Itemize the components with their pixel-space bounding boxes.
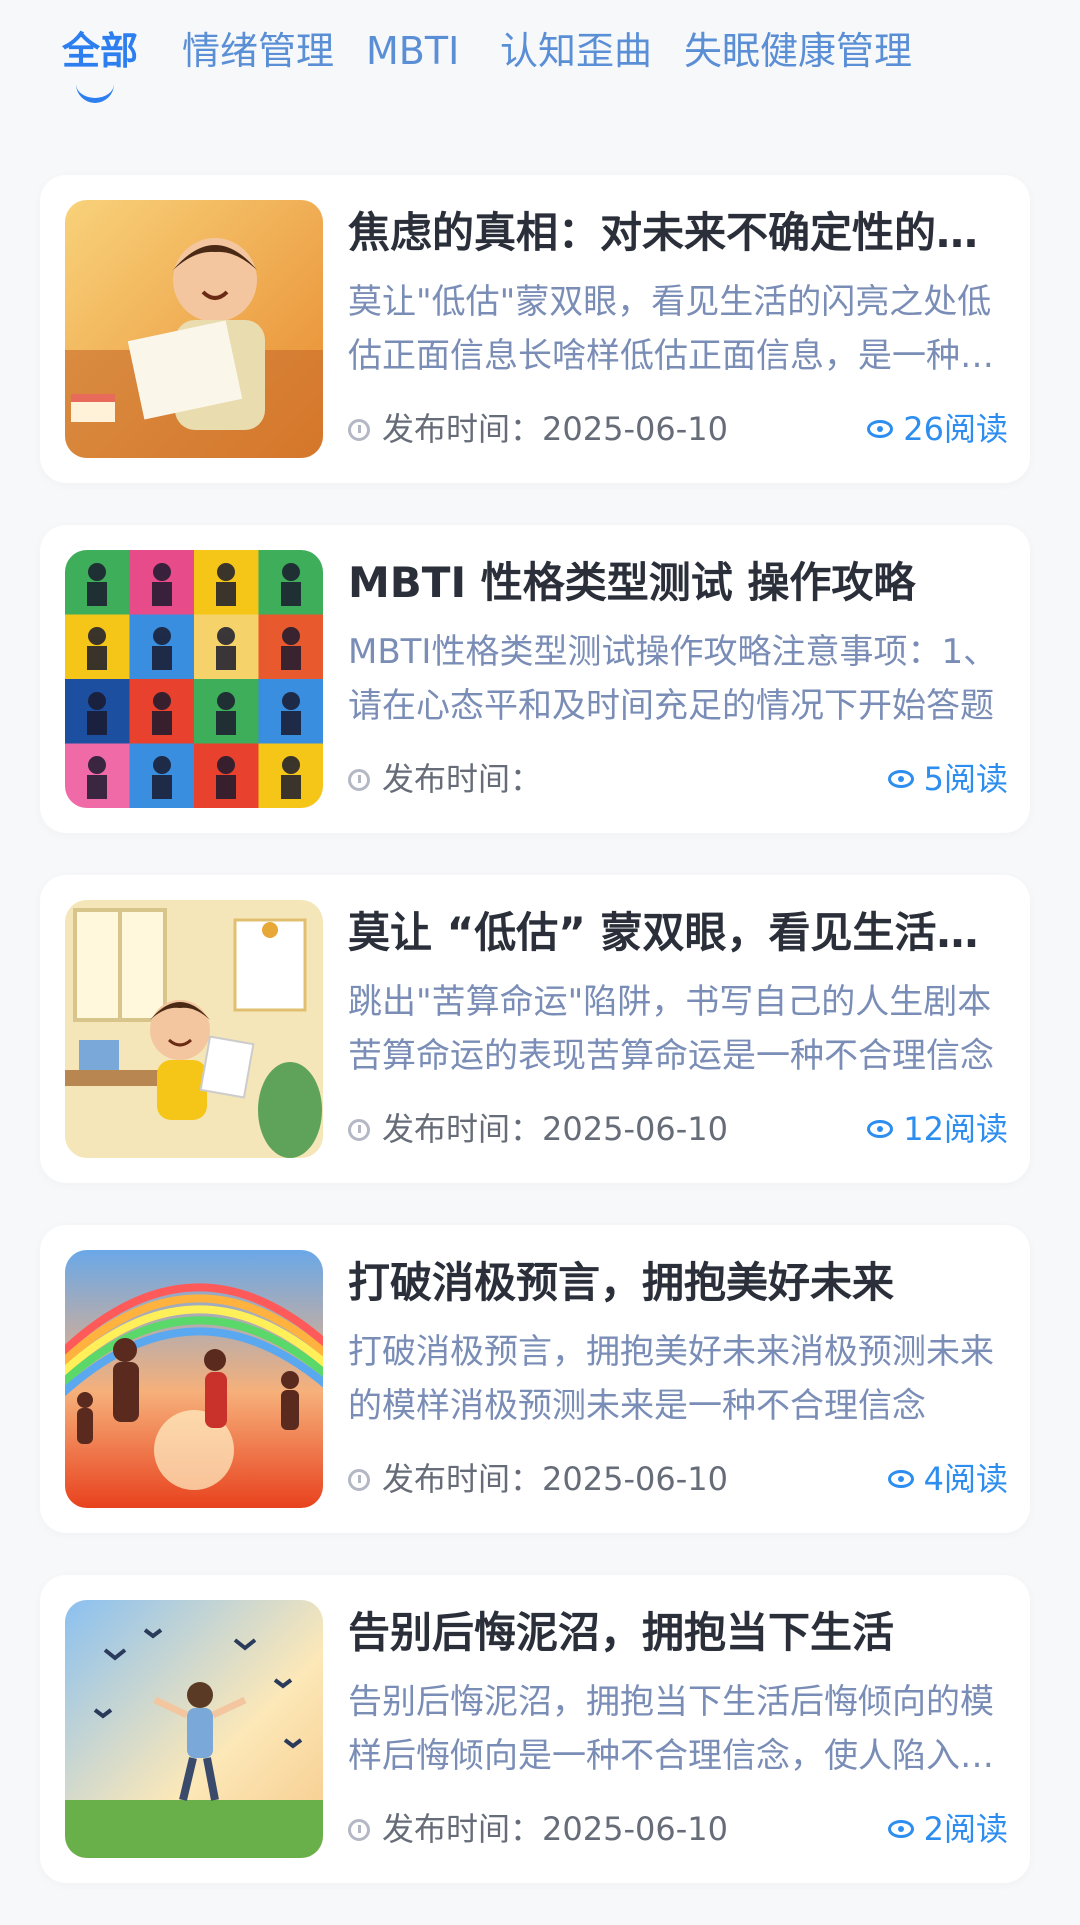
article-meta: 发布时间：2025-06-10 26阅读 [348, 407, 1008, 451]
publish-label: 发布时间： [382, 1460, 543, 1498]
article-summary: 跳出"苦算命运"陷阱，书写自己的人生剧本苦算命运的表现苦算命运是一种不合理信念 [348, 982, 994, 1076]
publish-date: 2025-06-10 [542, 1810, 728, 1848]
clock-icon [348, 1469, 370, 1491]
article-title: MBTI 性格类型测试 操作攻略 [348, 558, 916, 607]
publish-date: 2025-06-10 [542, 410, 728, 448]
article-thumbnail-mbti-grid [65, 550, 323, 808]
clock-icon [348, 419, 370, 441]
article-card[interactable]: 告别后悔泥沼，拥抱当下生活 告别后悔泥沼，拥抱当下生活后悔倾向的模样后悔倾向是一… [40, 1575, 1030, 1883]
eye-icon [887, 1820, 914, 1838]
eye-icon [887, 770, 914, 788]
article-card[interactable]: MBTI 性格类型测试 操作攻略 MBTI性格类型测试操作攻略注意事项：1、请在… [40, 525, 1030, 833]
read-count: 26阅读 [867, 407, 1008, 451]
article-title: 焦虑的真相：对未来不确定性的过度担忧 [348, 208, 1008, 257]
article-summary: 打破消极预言，拥抱美好未来消极预测未来的模样消极预测未来是一种不合理信念 [348, 1332, 994, 1426]
article-summary: 告别后悔泥沼，拥抱当下生活后悔倾向的模样后悔倾向是一种不合理信念，使人陷入过去 [348, 1682, 994, 1776]
article-meta: 发布时间：2025-06-10 12阅读 [348, 1107, 1008, 1151]
publish-label: 发布时间： [382, 410, 543, 448]
article-meta: 发布时间：2025-06-10 4阅读 [348, 1457, 1008, 1501]
category-tabs: 全部 情绪管理 MBTI 认知歪曲 失眠健康管理 [0, 0, 1080, 110]
read-count: 2阅读 [887, 1807, 1008, 1851]
article-meta: 发布时间：2025-06-10 2阅读 [348, 1807, 1008, 1851]
publish-date: 2025-06-10 [542, 1460, 728, 1498]
tab-all[interactable]: 全部 [62, 28, 138, 74]
publish-label: 发布时间： [382, 760, 543, 798]
clock-icon [348, 1819, 370, 1841]
read-count: 12阅读 [867, 1107, 1008, 1151]
publish-label: 发布时间： [382, 1110, 543, 1148]
publish-label: 发布时间： [382, 1810, 543, 1848]
article-thumbnail-boy-reading [65, 200, 323, 458]
tab-insomnia-management[interactable]: 失眠健康管理 [684, 28, 912, 74]
article-card[interactable]: 打破消极预言，拥抱美好未来 打破消极预言，拥抱美好未来消极预测未来的模样消极预测… [40, 1225, 1030, 1533]
article-summary: 莫让"低估"蒙双眼，看见生活的闪亮之处低估正面信息长啥样低估正面信息，是一种不合… [348, 282, 994, 376]
article-title: 告别后悔泥沼，拥抱当下生活 [348, 1608, 895, 1657]
article-thumbnail-boy-at-desk [65, 900, 323, 1158]
clock-icon [348, 1119, 370, 1141]
article-title: 打破消极预言，拥抱美好未来 [348, 1258, 895, 1307]
article-card[interactable]: 焦虑的真相：对未来不确定性的过度担忧 莫让"低估"蒙双眼，看见生活的闪亮之处低估… [40, 175, 1030, 483]
article-title: 莫让 “低估” 蒙双眼，看见生活的闪亮之处 [348, 908, 1008, 957]
eye-icon [887, 1470, 914, 1488]
eye-icon [867, 1120, 894, 1138]
read-count: 5阅读 [887, 757, 1008, 801]
tab-emotion-management[interactable]: 情绪管理 [182, 28, 334, 74]
eye-icon [867, 420, 894, 438]
article-list: 焦虑的真相：对未来不确定性的过度担忧 莫让"低估"蒙双眼，看见生活的闪亮之处低估… [40, 175, 1030, 1925]
article-thumbnail-family-running [65, 1250, 323, 1508]
article-thumbnail-boy-with-birds [65, 1600, 323, 1858]
active-tab-indicator [76, 82, 114, 103]
tab-cognitive-distortion[interactable]: 认知歪曲 [500, 28, 652, 74]
article-meta: 发布时间： 5阅读 [348, 757, 1008, 801]
clock-icon [348, 769, 370, 791]
article-card[interactable]: 莫让 “低估” 蒙双眼，看见生活的闪亮之处 跳出"苦算命运"陷阱，书写自己的人生… [40, 875, 1030, 1183]
article-summary: MBTI性格类型测试操作攻略注意事项：1、请在心态平和及时间充足的情况下开始答题 [348, 632, 998, 726]
read-count: 4阅读 [887, 1457, 1008, 1501]
publish-date: 2025-06-10 [542, 1110, 728, 1148]
tab-mbti[interactable]: MBTI [366, 28, 459, 74]
